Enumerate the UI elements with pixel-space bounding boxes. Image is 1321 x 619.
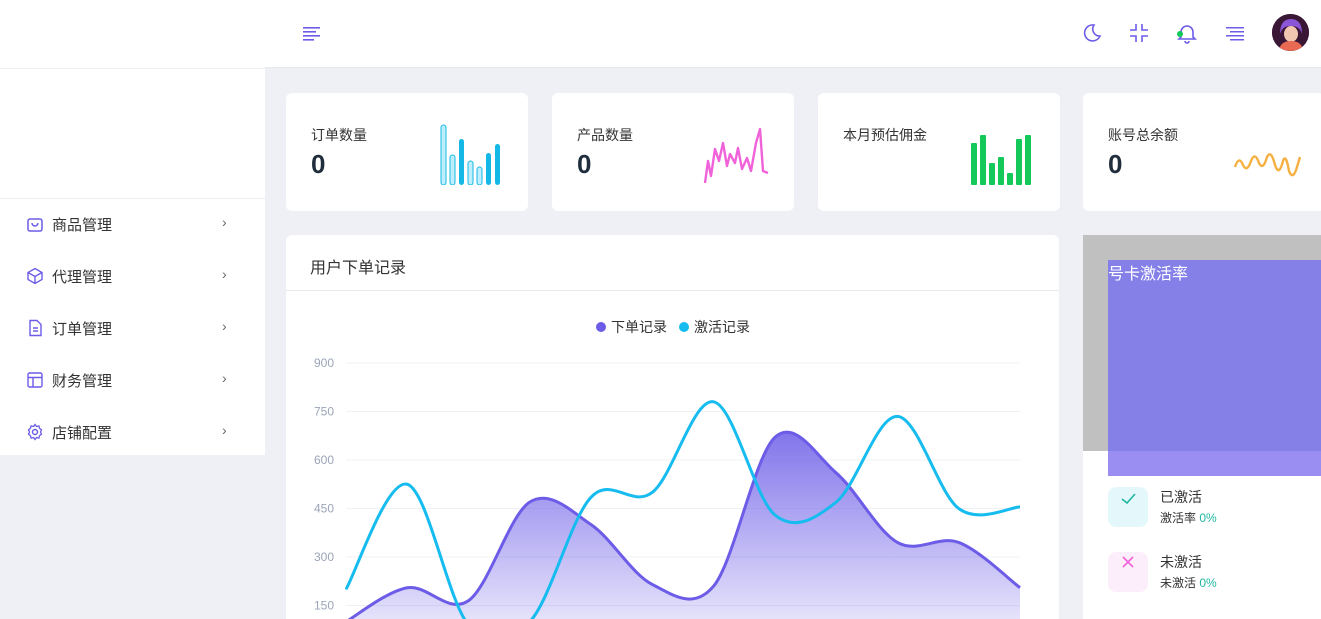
chevron-right-icon: › bbox=[222, 370, 227, 386]
activation-chart-block bbox=[1108, 260, 1321, 476]
stat-card-products: 产品数量 0 bbox=[552, 93, 794, 211]
check-icon-box bbox=[1108, 487, 1148, 527]
sparkline-line-orange bbox=[1233, 153, 1302, 177]
y-tick-label: 600 bbox=[314, 453, 334, 467]
sparkline-line-pink bbox=[703, 127, 769, 184]
close-icon bbox=[1122, 556, 1134, 568]
activation-sub-label: 激活率 bbox=[1160, 511, 1197, 525]
activation-pct: 0% bbox=[1199, 511, 1217, 525]
stat-card-commission: 本月预估佣金 bbox=[818, 93, 1060, 211]
y-tick-label: 450 bbox=[314, 502, 334, 516]
moon-icon[interactable] bbox=[1079, 21, 1103, 45]
sidebar-item-finance[interactable]: 财务管理 › bbox=[0, 355, 265, 407]
sidebar-item-label: 订单管理 bbox=[52, 321, 113, 338]
stat-value: 0 bbox=[577, 149, 592, 179]
y-tick-label: 300 bbox=[314, 550, 334, 564]
activation-row-activated: 已激活 激活率 0% bbox=[1108, 487, 1321, 527]
order-chart-card: 用户下单记录 下单记录 激活记录 150 300 450 600 750 900 bbox=[286, 235, 1059, 619]
sparkline-bars-cyan bbox=[440, 124, 500, 185]
avatar-image bbox=[1272, 14, 1309, 51]
activation-pct: 0% bbox=[1199, 576, 1217, 590]
stat-label: 本月预估佣金 bbox=[843, 127, 927, 143]
sparkline-bars-green bbox=[971, 135, 1031, 185]
stat-value: 0 bbox=[311, 149, 326, 179]
activation-sub-label: 未激活 bbox=[1160, 576, 1197, 590]
close-icon-box bbox=[1108, 552, 1148, 592]
sidebar-item-label: 财务管理 bbox=[52, 373, 113, 390]
order-line-chart: 150 300 450 600 750 900 bbox=[314, 356, 1021, 619]
stat-card-orders: 订单数量 0 bbox=[286, 93, 528, 211]
stat-label: 订单数量 bbox=[311, 127, 367, 143]
check-icon bbox=[1121, 493, 1136, 505]
logo-area bbox=[0, 0, 265, 68]
top-header bbox=[0, 0, 1321, 68]
shopping-bag-icon bbox=[27, 218, 43, 232]
activation-rate-card: 号卡激活率 已激活 激活率 0% 未激活 未激活 0% bbox=[1083, 235, 1321, 619]
sidebar-item-label: 店铺配置 bbox=[52, 425, 113, 442]
chevron-right-icon: › bbox=[222, 422, 227, 438]
activation-row-inactive: 未激活 未激活 0% bbox=[1108, 552, 1321, 592]
stat-card-balance: 账号总余额 0 bbox=[1083, 93, 1321, 211]
stat-value: 0 bbox=[1108, 149, 1123, 179]
activation-label: 已激活 bbox=[1160, 489, 1202, 505]
activation-label: 未激活 bbox=[1160, 554, 1202, 570]
activation-chart-strip bbox=[1108, 451, 1321, 476]
avatar[interactable] bbox=[1272, 14, 1309, 51]
chevron-right-icon: › bbox=[222, 214, 227, 230]
chevron-right-icon: › bbox=[222, 266, 227, 282]
gear-icon bbox=[27, 423, 43, 441]
y-tick-label: 900 bbox=[314, 356, 334, 370]
y-tick-label: 750 bbox=[314, 405, 334, 419]
activation-title: 号卡激活率 bbox=[1108, 266, 1189, 283]
layout-icon bbox=[27, 372, 43, 388]
cube-icon bbox=[27, 267, 43, 285]
sidebar-item-label: 商品管理 bbox=[52, 217, 113, 234]
sidebar-item-shop-config[interactable]: 店铺配置 › bbox=[0, 407, 265, 459]
fullscreen-exit-icon[interactable] bbox=[1127, 21, 1151, 45]
sidebar-item-label: 代理管理 bbox=[52, 269, 113, 286]
menu-icon[interactable] bbox=[302, 23, 322, 43]
stat-label: 账号总余额 bbox=[1108, 127, 1178, 143]
sidebar-item-agents[interactable]: 代理管理 › bbox=[0, 251, 265, 303]
list-icon[interactable] bbox=[1223, 21, 1247, 45]
document-icon bbox=[29, 319, 42, 337]
activation-sub: 未激活 0% bbox=[1160, 574, 1217, 591]
sidebar-item-orders[interactable]: 订单管理 › bbox=[0, 303, 265, 355]
sidebar-item-goods[interactable]: 商品管理 › bbox=[0, 199, 265, 251]
chevron-right-icon: › bbox=[222, 318, 227, 334]
bell-icon[interactable] bbox=[1175, 21, 1199, 45]
stat-label: 产品数量 bbox=[577, 127, 633, 143]
sidebar: 商品管理 › 代理管理 › 订单管理 › 财务管理 › 店铺配置 › bbox=[0, 69, 265, 455]
y-tick-label: 150 bbox=[314, 599, 334, 613]
activation-sub: 激活率 0% bbox=[1160, 509, 1217, 526]
